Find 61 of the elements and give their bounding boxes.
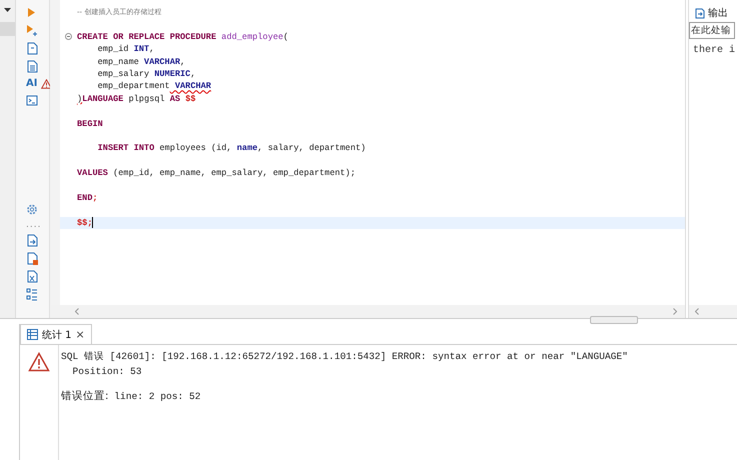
code-token: BEGIN (77, 118, 103, 129)
scroll-right-icon[interactable] (673, 308, 677, 315)
code-token: END (77, 192, 92, 203)
code-token: VARCHAR (174, 81, 212, 92)
code-token: CREATE OR REPLACE PROCEDURE (77, 32, 218, 42)
document-list-icon[interactable] (26, 60, 38, 73)
code-token: , salary, department) (258, 143, 366, 154)
output-input-field[interactable]: 在此处输 (689, 22, 735, 39)
horizontal-scrollbar[interactable] (689, 305, 737, 318)
code-token: $$ (185, 94, 196, 104)
code-token: ) (77, 94, 82, 104)
code-token: emp_name (96, 56, 140, 67)
panel-resize-handle[interactable] (590, 316, 638, 324)
code-token: , (149, 44, 154, 54)
gear-icon[interactable] (26, 203, 38, 216)
run-script-icon[interactable] (26, 24, 38, 37)
warning-icon (41, 78, 52, 88)
output-tab[interactable]: 输出 (689, 0, 737, 22)
results-tab[interactable]: 统计 1 × (20, 324, 92, 344)
code-token: ; (92, 192, 98, 203)
code-token: VALUES (77, 168, 109, 178)
error-location: 错误位置: line: 2 pos: 52 (61, 389, 202, 404)
code-token: emp_salary (96, 68, 150, 79)
dropdown-icon[interactable] (4, 8, 11, 12)
code-token: employees (id, (160, 143, 233, 154)
terminal-icon[interactable] (26, 94, 38, 107)
code-token: LANGUAGE (82, 94, 124, 104)
table-icon (27, 329, 38, 340)
code-token: add_employee (221, 32, 284, 42)
scroll-left-icon[interactable] (695, 308, 699, 315)
code-token: emp_id (96, 44, 130, 54)
export-file-icon[interactable] (26, 234, 38, 247)
ai-button[interactable]: AI (26, 78, 38, 89)
code-token: NUMERIC (154, 68, 190, 79)
output-text: there i (692, 44, 736, 56)
fold-icon[interactable] (65, 32, 72, 40)
code-token: ( (283, 32, 288, 42)
tab-label: 统计 1 (42, 328, 72, 342)
warning-icon (28, 352, 50, 372)
spreadsheet-file-icon[interactable] (26, 270, 38, 283)
close-icon[interactable]: × (76, 328, 85, 341)
document-icon[interactable] (26, 42, 38, 55)
code-token: , (180, 56, 186, 67)
error-message: SQL 错误 [42601]: [192.168.1.12:65272/192.168.1.101:5432] ERROR: syntax error at or near "LANGUAGE" (61, 350, 629, 364)
code-token: name (236, 143, 258, 154)
code-token: emp_department (96, 81, 170, 92)
code-token: $$; (77, 218, 92, 228)
code-token: INT (134, 44, 150, 54)
error-message: Position: 53 (72, 365, 143, 379)
scroll-left-icon[interactable] (75, 308, 79, 315)
code-token: VARCHAR (144, 56, 180, 67)
file-error-icon[interactable] (26, 252, 38, 265)
code-token: , (190, 68, 196, 79)
horizontal-scrollbar[interactable] (50, 305, 685, 318)
code-token: (emp_id, emp_name, emp_salary, emp_department); (113, 168, 356, 178)
outline-icon[interactable] (26, 288, 38, 301)
code-token: INSERT INTO (96, 143, 156, 154)
code-token: AS (170, 94, 182, 104)
output-icon (695, 8, 705, 18)
code-token: plpgsql (128, 94, 166, 104)
text-cursor (92, 216, 94, 228)
